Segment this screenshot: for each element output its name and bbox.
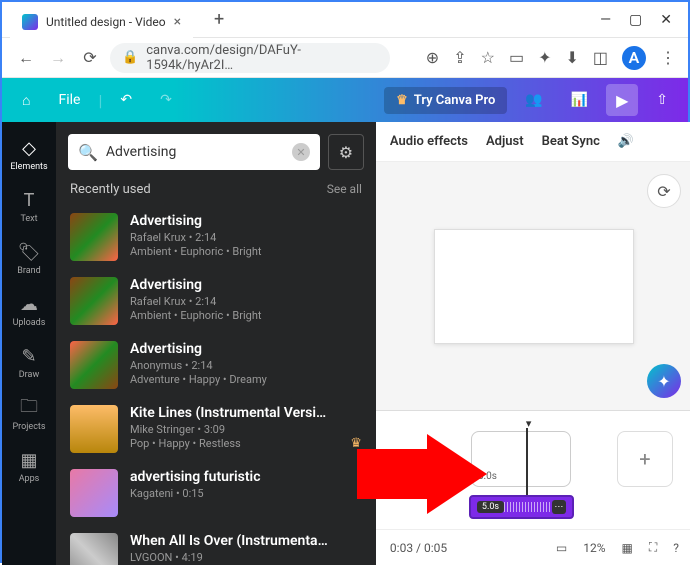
- sidebar: ◇Elements TText 🏷Brand ☁Uploads ✎Draw 🗀P…: [2, 122, 56, 565]
- sidebar-item-projects[interactable]: 🗀Projects: [2, 390, 56, 440]
- crown-icon: ♛: [396, 93, 408, 108]
- track-item[interactable]: When All Is Over (Instrumenta…LVGOON • 4…: [56, 525, 376, 565]
- undo-button[interactable]: ↶: [110, 86, 142, 114]
- pages-view-icon[interactable]: ▭: [556, 541, 567, 555]
- upload-icon: ☁: [19, 295, 39, 315]
- home-button[interactable]: ⌂: [12, 86, 40, 115]
- minimize-icon[interactable]: —: [600, 12, 611, 28]
- clear-search-icon[interactable]: ✕: [292, 143, 310, 161]
- audio-clip-menu-icon[interactable]: ⋯: [552, 500, 566, 514]
- back-button[interactable]: ←: [14, 46, 38, 70]
- timeline[interactable]: ▾ 5.0s + 5.0s ⋯ 0:03 / 0:05 ▭ 12%: [376, 410, 690, 565]
- video-clip[interactable]: 5.0s: [471, 431, 571, 487]
- redo-button[interactable]: ↷: [150, 86, 182, 114]
- profile-avatar[interactable]: A: [622, 46, 646, 70]
- apps-icon: ▦: [19, 451, 39, 471]
- track-item[interactable]: Kite Lines (Instrumental Versi…Mike Stri…: [56, 397, 376, 461]
- track-thumbnail: [70, 405, 118, 453]
- zoom-level[interactable]: 12%: [583, 541, 605, 555]
- text-icon: T: [19, 191, 39, 211]
- pro-crown-icon: ♛: [350, 436, 362, 451]
- refresh-icon: ⟳: [657, 182, 670, 201]
- try-pro-button[interactable]: ♛ Try Canva Pro: [384, 87, 507, 114]
- tab-title: Untitled design - Video: [46, 15, 166, 29]
- draw-icon: ✎: [19, 347, 39, 367]
- close-window-icon[interactable]: ✕: [660, 12, 672, 28]
- clip-duration: 5.0s: [478, 471, 497, 482]
- share-icon[interactable]: ⇪: [453, 48, 466, 67]
- track-thumbnail: [70, 469, 118, 517]
- beat-sync-button[interactable]: Beat Sync: [542, 134, 600, 149]
- filter-button[interactable]: ⚙: [328, 134, 364, 170]
- volume-icon[interactable]: 🔊: [618, 134, 634, 149]
- url-field[interactable]: 🔒 canva.com/design/DAFuY-1594k/hyAr2I…: [110, 43, 390, 73]
- forward-button[interactable]: →: [46, 46, 70, 70]
- folder-icon: 🗀: [19, 399, 39, 419]
- reload-button[interactable]: ⟳: [78, 46, 102, 70]
- file-menu[interactable]: File: [48, 86, 90, 114]
- search-icon: 🔍: [78, 143, 98, 162]
- collaborators-icon[interactable]: 👥: [515, 86, 552, 114]
- see-all-link[interactable]: See all: [327, 182, 362, 197]
- track-thumbnail: [70, 277, 118, 325]
- adjust-button[interactable]: Adjust: [486, 134, 524, 149]
- magic-button[interactable]: ✦: [647, 364, 681, 398]
- track-item[interactable]: advertising futuristicKagateni • 0:15: [56, 461, 376, 525]
- present-button[interactable]: ▶: [606, 84, 638, 116]
- refresh-canvas-button[interactable]: ⟳: [647, 174, 681, 208]
- search-input-wrapper[interactable]: 🔍 ✕: [68, 134, 320, 170]
- url-text: canva.com/design/DAFuY-1594k/hyAr2I…: [146, 43, 378, 73]
- search-input[interactable]: [106, 144, 284, 160]
- lock-icon: 🔒: [122, 50, 138, 65]
- track-thumbnail: [70, 533, 118, 565]
- audio-duration-badge: 5.0s: [477, 501, 504, 513]
- video-canvas[interactable]: [434, 229, 634, 344]
- share-button[interactable]: ⇧: [646, 86, 678, 114]
- canva-favicon: [22, 14, 38, 30]
- track-thumbnail: [70, 341, 118, 389]
- close-tab-icon[interactable]: ×: [174, 14, 181, 30]
- zoom-icon[interactable]: ⊕: [426, 48, 439, 67]
- audio-clip[interactable]: 5.0s ⋯: [469, 495, 574, 519]
- reader-icon[interactable]: ◫: [593, 48, 608, 67]
- sidebar-item-elements[interactable]: ◇Elements: [2, 130, 56, 180]
- grid-view-icon[interactable]: ▦: [622, 541, 633, 555]
- timeline-time: 0:03 / 0:05: [390, 541, 447, 555]
- fullscreen-icon[interactable]: ⛶: [649, 540, 657, 555]
- help-icon[interactable]: ?: [673, 541, 679, 555]
- extensions-icon[interactable]: ✦: [538, 48, 551, 67]
- add-clip-button[interactable]: +: [617, 431, 673, 487]
- track-item[interactable]: AdvertisingAnonymus • 2:14Adventure • Ha…: [56, 333, 376, 397]
- browser-menu-icon[interactable]: ⋮: [660, 48, 676, 67]
- sidebar-item-brand[interactable]: 🏷Brand: [2, 234, 56, 284]
- new-tab-button[interactable]: +: [205, 6, 233, 34]
- track-item[interactable]: AdvertisingRafael Krux • 2:14Ambient • E…: [56, 205, 376, 269]
- track-item[interactable]: AdvertisingRafael Krux • 2:14Ambient • E…: [56, 269, 376, 333]
- card-icon[interactable]: ▭: [509, 48, 524, 67]
- sliders-icon: ⚙: [339, 143, 353, 162]
- sidebar-item-text[interactable]: TText: [2, 182, 56, 232]
- downloads-icon[interactable]: ⬇: [565, 48, 578, 67]
- track-thumbnail: [70, 213, 118, 261]
- section-title: Recently used: [70, 182, 151, 197]
- sparkle-icon: ✦: [657, 372, 670, 391]
- sidebar-item-uploads[interactable]: ☁Uploads: [2, 286, 56, 336]
- shapes-icon: ◇: [19, 139, 39, 159]
- elements-panel: 🔍 ✕ ⚙ Recently used See all AdvertisingR…: [56, 122, 376, 565]
- browser-tab[interactable]: Untitled design - Video ×: [10, 6, 193, 38]
- brand-icon: 🏷: [19, 243, 39, 263]
- maximize-icon[interactable]: ▢: [629, 12, 642, 28]
- bookmark-icon[interactable]: ☆: [481, 48, 495, 67]
- analytics-icon[interactable]: 📊: [561, 86, 598, 114]
- sidebar-item-draw[interactable]: ✎Draw: [2, 338, 56, 388]
- sidebar-item-apps[interactable]: ▦Apps: [2, 442, 56, 492]
- waveform: [504, 502, 552, 512]
- audio-effects-button[interactable]: Audio effects: [390, 134, 468, 149]
